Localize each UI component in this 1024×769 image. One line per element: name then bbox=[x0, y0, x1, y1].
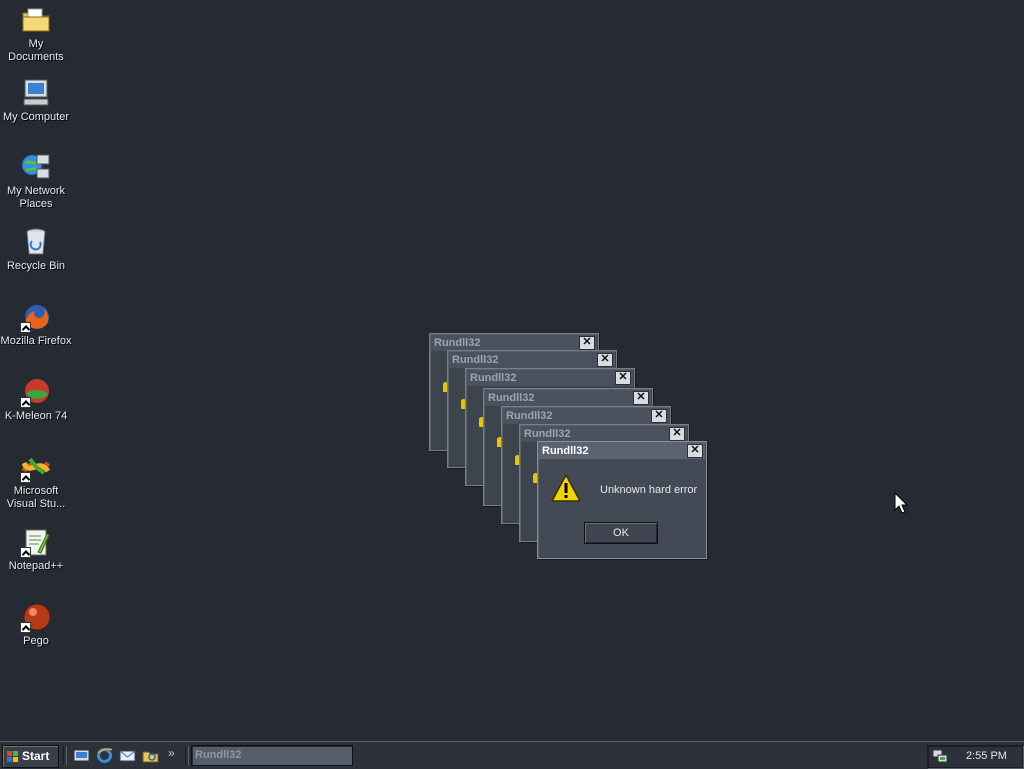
outlook-express-icon[interactable] bbox=[119, 747, 136, 764]
dialog-title: Rundll32 bbox=[470, 372, 517, 384]
mouse-cursor-icon bbox=[894, 492, 908, 514]
explorer-folder-icon[interactable] bbox=[142, 747, 159, 764]
dialog-title: Rundll32 bbox=[434, 337, 481, 349]
error-message: Unknown hard error bbox=[600, 484, 698, 496]
windows-logo-icon bbox=[7, 751, 18, 762]
desktop-icon-label: Pego bbox=[23, 635, 49, 647]
clock[interactable]: 2:55 PM bbox=[966, 750, 1007, 762]
pego-icon bbox=[20, 601, 52, 633]
dialog-title-bar[interactable]: Rundll32 ✕ bbox=[503, 408, 669, 424]
desktop-icon-notepad-plus-plus[interactable]: Notepad++ bbox=[0, 526, 72, 573]
close-icon[interactable]: ✕ bbox=[597, 353, 613, 367]
start-label: Start bbox=[22, 749, 50, 763]
desktop-icon-label: My Computer bbox=[2, 111, 70, 123]
desktop-icon-label: Mozilla Firefox bbox=[0, 335, 72, 347]
taskbar-button-rundll32[interactable]: Rundll32 bbox=[191, 745, 353, 766]
desktop-icon-label: My Network Places bbox=[6, 185, 66, 210]
dialog-title: Rundll32 bbox=[542, 445, 589, 457]
dialog-title-bar[interactable]: Rundll32 ✕ bbox=[485, 390, 651, 406]
shortcut-arrow-icon bbox=[20, 622, 31, 633]
shortcut-arrow-icon bbox=[20, 547, 31, 558]
system-tray: 2:55 PM bbox=[927, 745, 1023, 768]
taskbar: Start » Rundll32 2:55 PM bbox=[0, 741, 1024, 769]
show-desktop-icon[interactable] bbox=[73, 747, 90, 764]
dialog-title-bar[interactable]: Rundll32 ✕ bbox=[521, 426, 687, 442]
desktop-icon-label: K-Meleon 74 bbox=[4, 410, 68, 422]
desktop-icon-visual-studio[interactable]: Microsoft Visual Stu... bbox=[0, 451, 72, 511]
close-icon[interactable]: ✕ bbox=[579, 336, 595, 350]
close-icon[interactable]: ✕ bbox=[669, 427, 685, 441]
desktop-icon-my-network-places[interactable]: My Network Places bbox=[0, 151, 72, 211]
desktop-icon-recycle-bin[interactable]: Recycle Bin bbox=[0, 226, 72, 273]
close-icon[interactable]: ✕ bbox=[615, 371, 631, 385]
dialog-title: Rundll32 bbox=[506, 410, 553, 422]
notepadpp-icon bbox=[20, 526, 52, 558]
desktop-icon-pego[interactable]: Pego bbox=[0, 601, 72, 648]
recycle-bin-icon bbox=[20, 226, 52, 258]
desktop-icon-label: Recycle Bin bbox=[6, 260, 66, 272]
ok-button[interactable]: OK bbox=[584, 522, 658, 544]
dialog-title-bar[interactable]: Rundll32 ✕ bbox=[539, 443, 705, 459]
shortcut-arrow-icon bbox=[20, 472, 31, 483]
taskbar-separator bbox=[63, 746, 67, 765]
dialog-title-bar[interactable]: Rundll32 ✕ bbox=[467, 370, 633, 386]
kmeleon-icon bbox=[20, 376, 52, 408]
desktop-icon-k-meleon[interactable]: K-Meleon 74 bbox=[0, 376, 72, 423]
desktop-icon-mozilla-firefox[interactable]: Mozilla Firefox bbox=[0, 301, 72, 348]
network-connection-icon[interactable] bbox=[932, 748, 948, 764]
dialog-title: Rundll32 bbox=[488, 392, 535, 404]
network-icon bbox=[20, 151, 52, 183]
desktop-icon-label: My Documents bbox=[8, 38, 64, 63]
start-button[interactable]: Start bbox=[2, 745, 59, 768]
desktop-icon-label: Notepad++ bbox=[8, 560, 64, 572]
firefox-icon bbox=[20, 301, 52, 333]
dialog-title: Rundll32 bbox=[524, 428, 571, 440]
computer-icon bbox=[20, 77, 52, 109]
desktop-icon-my-computer[interactable]: My Computer bbox=[0, 77, 72, 124]
close-icon[interactable]: ✕ bbox=[633, 391, 649, 405]
dialog-title-bar[interactable]: Rundll32 ✕ bbox=[431, 335, 597, 351]
dialog-title: Rundll32 bbox=[452, 354, 499, 366]
desktop-icon-label: Microsoft Visual Stu... bbox=[6, 485, 66, 510]
rundll32-error-dialog[interactable]: Rundll32 ✕ Unknown hard error OK bbox=[537, 441, 707, 559]
folder-icon bbox=[20, 4, 52, 36]
internet-explorer-icon[interactable] bbox=[96, 747, 113, 764]
close-icon[interactable]: ✕ bbox=[687, 444, 703, 458]
shortcut-arrow-icon bbox=[20, 322, 31, 333]
taskbar-separator bbox=[185, 746, 189, 765]
desktop-icon-my-documents[interactable]: My Documents bbox=[0, 4, 72, 64]
warning-icon bbox=[550, 472, 582, 504]
close-icon[interactable]: ✕ bbox=[651, 409, 667, 423]
shortcut-arrow-icon bbox=[20, 397, 31, 408]
dialog-title-bar[interactable]: Rundll32 ✕ bbox=[449, 352, 615, 368]
quick-launch-chevron[interactable]: » bbox=[168, 746, 175, 760]
visual-studio-icon bbox=[20, 451, 52, 483]
